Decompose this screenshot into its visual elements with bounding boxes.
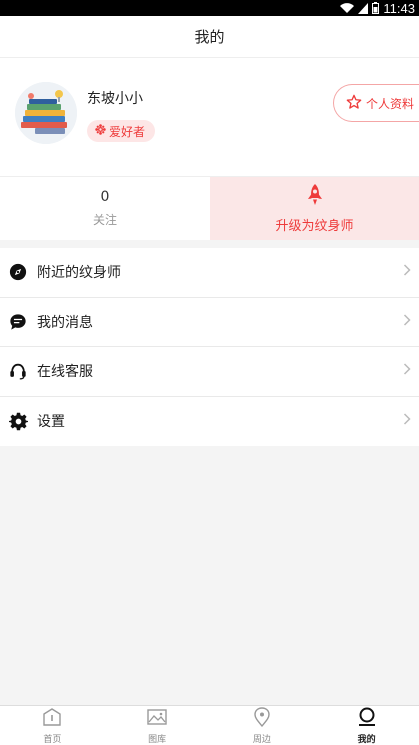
upgrade-button[interactable]: 升级为纹身师 [210, 177, 419, 240]
gear-icon [8, 411, 28, 431]
rocket-icon [306, 183, 324, 211]
menu-label: 设置 [37, 414, 65, 431]
upgrade-label: 升级为纹身师 [275, 219, 354, 234]
tab-label: 图库 [148, 735, 167, 745]
role-badge: 爱好者 [87, 120, 156, 142]
flower-icon [95, 124, 106, 138]
signal-icon [358, 2, 369, 14]
battery-icon [372, 2, 380, 14]
menu-label: 在线客服 [37, 364, 93, 381]
star-icon [346, 94, 362, 113]
chevron-right-icon [403, 264, 411, 280]
avatar-illustration [15, 82, 77, 144]
page-title-bar: 我的 [0, 16, 419, 58]
status-bar: 11:43 [0, 0, 419, 16]
tab-home[interactable]: 首页 [0, 706, 105, 745]
tab-gallery[interactable]: 图库 [105, 706, 210, 745]
wifi-icon [340, 2, 355, 14]
stats-row: 0 关注 升级为纹身师 [0, 176, 419, 240]
profile-details-button[interactable]: 个人资料 [333, 84, 419, 122]
menu-item-settings[interactable]: 设置 [0, 397, 419, 447]
follow-stat[interactable]: 0 关注 [0, 177, 210, 240]
user-icon [356, 706, 378, 732]
compass-icon [8, 262, 28, 282]
tab-mine[interactable]: 我的 [314, 706, 419, 745]
message-icon [8, 312, 28, 332]
tab-label: 首页 [43, 735, 62, 745]
menu-item-customer-service[interactable]: 在线客服 [0, 347, 419, 397]
follow-label: 关注 [92, 213, 117, 227]
badge-label: 爱好者 [109, 124, 146, 139]
bottom-tab-bar: 首页 图库 周边 我的 [0, 705, 419, 745]
home-icon [41, 706, 63, 732]
avatar[interactable] [15, 82, 77, 144]
location-icon [251, 706, 273, 732]
profile-section: 东坡小小 爱好者 个人资料 [0, 58, 419, 176]
tab-label: 我的 [357, 735, 376, 745]
profile-details-label: 个人资料 [366, 96, 415, 111]
tab-label: 周边 [252, 735, 271, 745]
chevron-right-icon [403, 363, 411, 379]
page-title: 我的 [194, 28, 225, 46]
menu-item-nearby-artists[interactable]: 附近的纹身师 [0, 248, 419, 298]
status-time: 11:43 [383, 0, 415, 16]
username: 东坡小小 [87, 91, 143, 107]
menu-label: 附近的纹身师 [37, 265, 121, 282]
follow-count: 0 [100, 189, 110, 205]
menu-item-messages[interactable]: 我的消息 [0, 298, 419, 347]
tab-nearby[interactable]: 周边 [210, 706, 315, 745]
menu-label: 我的消息 [37, 314, 93, 331]
chevron-right-icon [403, 413, 411, 429]
menu-list: 附近的纹身师 我的消息 在线客服 设置 [0, 248, 419, 446]
gallery-icon [146, 706, 168, 732]
headset-icon [8, 361, 28, 381]
chevron-right-icon [403, 314, 411, 330]
